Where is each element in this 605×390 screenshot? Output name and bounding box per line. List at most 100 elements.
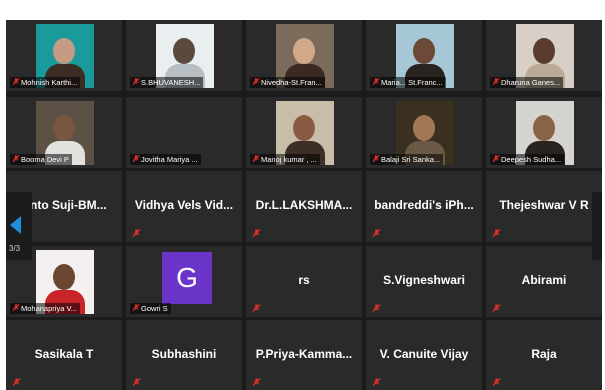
muted-mic-icon <box>12 303 20 312</box>
muted-mic-icon <box>252 303 261 313</box>
participant-tile[interactable]: G Gowri S <box>126 246 242 317</box>
participant-name: Maria... St.Franc... <box>381 78 443 87</box>
participant-name-label: Booma Devi P <box>10 154 72 165</box>
participant-tile[interactable]: S.Vigneshwari <box>366 246 482 317</box>
participant-tile[interactable]: Subhashini <box>126 320 242 390</box>
person-silhouette <box>533 115 555 141</box>
participant-tile[interactable]: Sasikala T <box>6 320 122 390</box>
participant-tile[interactable]: bandreddi's iPh... <box>366 171 482 242</box>
participant-tile[interactable]: P.Priya-Kamma... <box>246 320 362 390</box>
muted-mic-icon <box>132 303 140 312</box>
participant-name: rs <box>298 273 310 287</box>
participant-name: S.BHUVANESH... <box>141 78 201 87</box>
muted-mic-icon <box>12 154 20 163</box>
participant-name-label: Balaji Sri Sanka... <box>370 154 444 165</box>
participant-name-label: Maria... St.Franc... <box>370 77 446 88</box>
participant-name: Subhashini <box>151 347 217 361</box>
participant-tile[interactable]: Balaji Sri Sanka... <box>366 97 482 168</box>
avatar: G <box>162 252 212 304</box>
muted-mic-icon <box>492 154 500 163</box>
participant-name: Balaji Sri Sanka... <box>381 155 441 164</box>
participant-tile[interactable]: Mohnish Karthi... <box>6 20 122 91</box>
participant-tile[interactable]: Jovitha Mariya ... <box>126 97 242 168</box>
muted-mic-icon <box>372 303 381 313</box>
participant-name: S.Vigneshwari <box>383 273 465 287</box>
muted-mic-icon <box>132 77 140 86</box>
participant-name: Dharuna Ganes... <box>501 78 561 87</box>
muted-mic-icon <box>132 154 140 163</box>
next-page-button[interactable] <box>592 192 602 260</box>
participant-tile[interactable]: Maria... St.Franc... <box>366 20 482 91</box>
participant-name: P.Priya-Kamma... <box>255 347 353 361</box>
gallery-view: Mohnish Karthi... S.BHUVANESH... Nivedha… <box>6 20 602 390</box>
person-silhouette <box>53 38 75 64</box>
participant-name-label: Manoj kumar , ... <box>250 154 320 165</box>
participant-name-label: Mohanapriya V... <box>10 303 81 314</box>
person-silhouette <box>413 115 435 141</box>
participant-name: Raja <box>531 347 557 361</box>
person-silhouette <box>173 38 195 64</box>
participant-tile[interactable]: Vidhya Vels Vid... <box>126 171 242 242</box>
page-indicator: 3/3 <box>9 244 21 253</box>
participant-tile[interactable]: Deepesh Sudha... <box>486 97 602 168</box>
participant-name: Sasikala T <box>34 347 94 361</box>
participant-tile[interactable]: Dr.L.LAKSHMA... <box>246 171 362 242</box>
participant-name-label: Dharuna Ganes... <box>490 77 564 88</box>
participant-name-label: S.BHUVANESH... <box>130 77 204 88</box>
participant-tile[interactable]: Abirami <box>486 246 602 317</box>
muted-mic-icon <box>252 377 261 387</box>
muted-mic-icon <box>492 228 501 238</box>
participant-name: bandreddi's iPh... <box>374 198 474 212</box>
person-silhouette <box>293 115 315 141</box>
muted-mic-icon <box>372 377 381 387</box>
muted-mic-icon <box>12 377 21 387</box>
muted-mic-icon <box>372 228 381 238</box>
participant-name: Deepesh Sudha... <box>501 155 562 164</box>
muted-mic-icon <box>252 228 261 238</box>
participant-name: Manoj kumar , ... <box>261 155 317 164</box>
person-silhouette <box>293 38 315 64</box>
avatar-initial: G <box>176 262 198 293</box>
participant-name: Gowri S <box>141 304 168 313</box>
muted-mic-icon <box>492 303 501 313</box>
muted-mic-icon <box>252 154 260 163</box>
participant-name: Booma Devi P <box>21 155 69 164</box>
chevron-left-icon <box>10 216 21 234</box>
previous-page-button[interactable]: 3/3 <box>6 192 32 260</box>
participant-name-label: Nivedha-St.Fran... <box>250 77 325 88</box>
participant-tile[interactable]: Dharuna Ganes... <box>486 20 602 91</box>
participant-name: V. Canuite Vijay <box>379 347 469 361</box>
participant-name: Nivedha-St.Fran... <box>261 78 322 87</box>
participant-tile[interactable]: Raja <box>486 320 602 390</box>
participant-tile[interactable]: Booma Devi P <box>6 97 122 168</box>
participant-tile[interactable]: V. Canuite Vijay <box>366 320 482 390</box>
participant-name-label: Mohnish Karthi... <box>10 77 81 88</box>
muted-mic-icon <box>12 77 20 86</box>
muted-mic-icon <box>372 77 380 86</box>
participant-name-label: Deepesh Sudha... <box>490 154 565 165</box>
participant-tile[interactable]: Thejeshwar V R <box>486 171 602 242</box>
participant-name: Mohanapriya V... <box>21 304 78 313</box>
muted-mic-icon <box>132 228 141 238</box>
participant-tile[interactable]: S.BHUVANESH... <box>126 20 242 91</box>
participant-name: Jovitha Mariya ... <box>141 155 198 164</box>
person-silhouette <box>533 38 555 64</box>
participant-name-label: Gowri S <box>130 303 171 314</box>
participant-name: Dr.L.LAKSHMA... <box>255 198 353 212</box>
muted-mic-icon <box>372 154 380 163</box>
participant-name: Vidhya Vels Vid... <box>134 198 234 212</box>
person-silhouette <box>413 38 435 64</box>
muted-mic-icon <box>252 77 260 86</box>
person-silhouette <box>53 264 75 290</box>
participant-name-label: Jovitha Mariya ... <box>130 154 201 165</box>
participant-tile[interactable]: rs <box>246 246 362 317</box>
participant-tile[interactable]: Nivedha-St.Fran... <box>246 20 362 91</box>
muted-mic-icon <box>492 377 501 387</box>
person-silhouette <box>53 115 75 141</box>
participant-name: Thejeshwar V R <box>499 198 589 212</box>
participant-name: Mohnish Karthi... <box>21 78 78 87</box>
participant-name: Abirami <box>521 273 567 287</box>
participant-tile[interactable]: Manoj kumar , ... <box>246 97 362 168</box>
muted-mic-icon <box>492 77 500 86</box>
muted-mic-icon <box>132 377 141 387</box>
